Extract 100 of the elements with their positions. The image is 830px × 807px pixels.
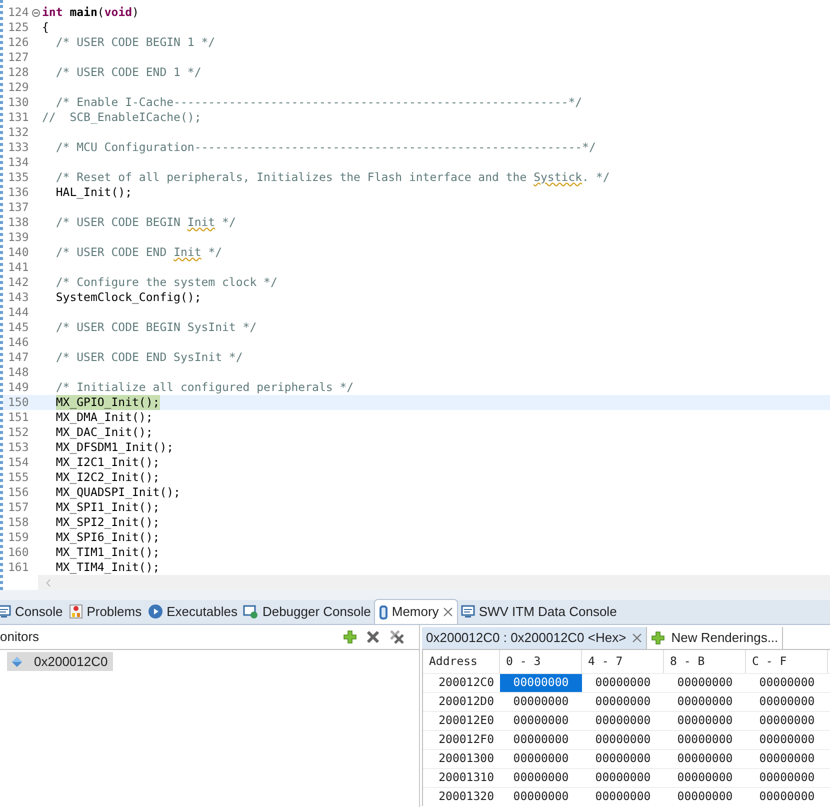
code-text: /* USER CODE END SysInit */	[54, 350, 243, 365]
debugger-console-icon	[243, 604, 258, 618]
code-text: int main(void)	[42, 5, 139, 20]
code-text: // SCB_EnableICache();	[42, 110, 202, 125]
add-monitor-icon[interactable]	[343, 630, 357, 644]
code-text: MX_SPI1_Init();	[54, 500, 160, 515]
panel-tab[interactable]: Problems	[66, 599, 145, 624]
code-text: /* USER CODE BEGIN Init */	[54, 215, 236, 230]
monitors-header: onitors	[0, 628, 40, 646]
remove-icon[interactable]	[366, 630, 380, 644]
code-text: MX_DAC_Init();	[54, 425, 153, 440]
code-text: /* USER CODE END Init */	[54, 245, 222, 260]
code-text: MX_QUADSPI_Init();	[54, 485, 180, 500]
memory-cell[interactable]: 00000000	[746, 769, 828, 787]
rendering-tab[interactable]: 0x200012C0 : 0x200012C0 <Hex>	[422, 627, 648, 649]
line-number: 125	[7, 20, 30, 35]
memory-cell[interactable]: 00000000	[746, 712, 828, 730]
memory-cell[interactable]: 00000000	[582, 750, 664, 768]
line-number: 140	[7, 245, 30, 260]
address-cell-text: 200012F0	[438, 731, 495, 748]
panel-tab[interactable]: Debugger Console	[240, 599, 374, 624]
line-number: 134	[7, 155, 30, 170]
memory-cell[interactable]: 00000000	[664, 788, 746, 806]
line-number: 142	[7, 275, 30, 290]
column-header[interactable]: 4 - 7	[582, 650, 664, 673]
memory-cell[interactable]: 00000000	[500, 788, 582, 806]
memory-cell[interactable]: 00000000	[746, 693, 828, 711]
column-header[interactable]: 8 - B	[664, 650, 746, 673]
memory-icon	[378, 604, 388, 620]
panel-tab[interactable]: Memory	[374, 599, 458, 624]
horizontal-scrollbar[interactable]	[38, 575, 830, 590]
memory-cell[interactable]: 00000000	[500, 769, 582, 787]
column-header[interactable]: 0 - 3	[500, 650, 582, 673]
column-header[interactable]: C - F	[746, 650, 828, 673]
close-icon[interactable]	[442, 607, 453, 617]
memory-cell[interactable]: 00000000	[664, 674, 746, 692]
memory-cell[interactable]: 00000000	[500, 674, 582, 692]
memory-cell[interactable]: 00000000	[582, 788, 664, 806]
line-number: 157	[7, 500, 30, 515]
close-icon[interactable]	[632, 633, 642, 643]
console-icon	[460, 605, 475, 618]
code-text: /* USER CODE BEGIN SysInit */	[54, 320, 257, 335]
monitor-item[interactable]: 0x200012C0	[7, 652, 113, 671]
code-text: MX_DMA_Init();	[54, 410, 153, 425]
memory-cell[interactable]: 00000000	[664, 750, 746, 768]
panel-tab[interactable]: SWV ITM Data Console	[458, 599, 620, 624]
memory-cell[interactable]: 00000000	[582, 693, 664, 711]
line-number: 151	[7, 410, 30, 425]
line-number: 141	[7, 260, 30, 275]
code-text: HAL_Init();	[54, 185, 132, 200]
line-number: 126	[7, 35, 30, 50]
memory-cell[interactable]: 00000000	[664, 693, 746, 711]
memory-cell[interactable]: 00000000	[664, 712, 746, 730]
line-number: 131	[7, 110, 30, 125]
line-number: 148	[7, 365, 30, 380]
memory-cell[interactable]: 00000000	[582, 731, 664, 749]
code-text: MX_TIM1_Init();	[54, 545, 160, 560]
code-text: /* MCU Configuration--------------------------------------------------------*/	[54, 140, 596, 155]
console-icon	[0, 605, 11, 618]
line-number: 129	[7, 80, 30, 95]
line-number: 143	[7, 290, 30, 305]
memory-cell[interactable]: 00000000	[746, 731, 828, 749]
memory-cell[interactable]: 00000000	[500, 712, 582, 730]
address-cell-text: 200012E0	[438, 712, 495, 730]
line-number: 139	[7, 230, 30, 245]
line-number: 137	[7, 200, 30, 215]
column-header[interactable]: Address	[423, 650, 500, 673]
line-number: 138	[7, 215, 30, 230]
memory-cell[interactable]: 00000000	[582, 674, 664, 692]
memory-cell[interactable]: 00000000	[664, 731, 746, 749]
memory-cell[interactable]: 00000000	[746, 750, 828, 768]
memory-cell[interactable]: 00000000	[746, 674, 828, 692]
add-rendering-icon[interactable]	[651, 631, 666, 645]
address-cell-text: 20001300	[438, 750, 495, 768]
code-text: MX_SPI6_Init();	[54, 530, 160, 545]
collapse-icon[interactable]	[32, 8, 40, 16]
code-text: /* USER CODE BEGIN 1 */	[54, 35, 216, 50]
line-number: 133	[7, 140, 30, 155]
memory-cell[interactable]: 00000000	[500, 731, 582, 749]
panel-tab[interactable]: Executables	[144, 599, 240, 624]
memory-cell[interactable]: 00000000	[582, 712, 664, 730]
panel-tab[interactable]: Console	[0, 599, 66, 624]
line-number: 136	[7, 185, 30, 200]
line-number: 144	[7, 305, 30, 320]
code-text: /* Reset of all peripherals, Initializes the Flash interface and the Systick. */	[54, 170, 610, 185]
memory-cell[interactable]: 00000000	[500, 750, 582, 768]
memory-cell[interactable]: 00000000	[664, 769, 746, 787]
memory-cell[interactable]: 00000000	[582, 769, 664, 787]
line-number: 154	[7, 455, 30, 470]
memory-cell[interactable]: 00000000	[500, 693, 582, 711]
line-number: 128	[7, 65, 30, 80]
remove-all-icon[interactable]	[389, 629, 405, 645]
line-number: 150	[7, 395, 30, 410]
line-number: 147	[7, 350, 30, 365]
line-number: 127	[7, 50, 30, 65]
code-text: /* Enable I-Cache---------------------------------------------------------*/	[54, 95, 582, 110]
code-text: SystemClock_Config();	[54, 290, 202, 305]
line-number: 158	[7, 515, 30, 530]
line-number: 146	[7, 335, 30, 350]
memory-cell[interactable]: 00000000	[746, 788, 828, 806]
